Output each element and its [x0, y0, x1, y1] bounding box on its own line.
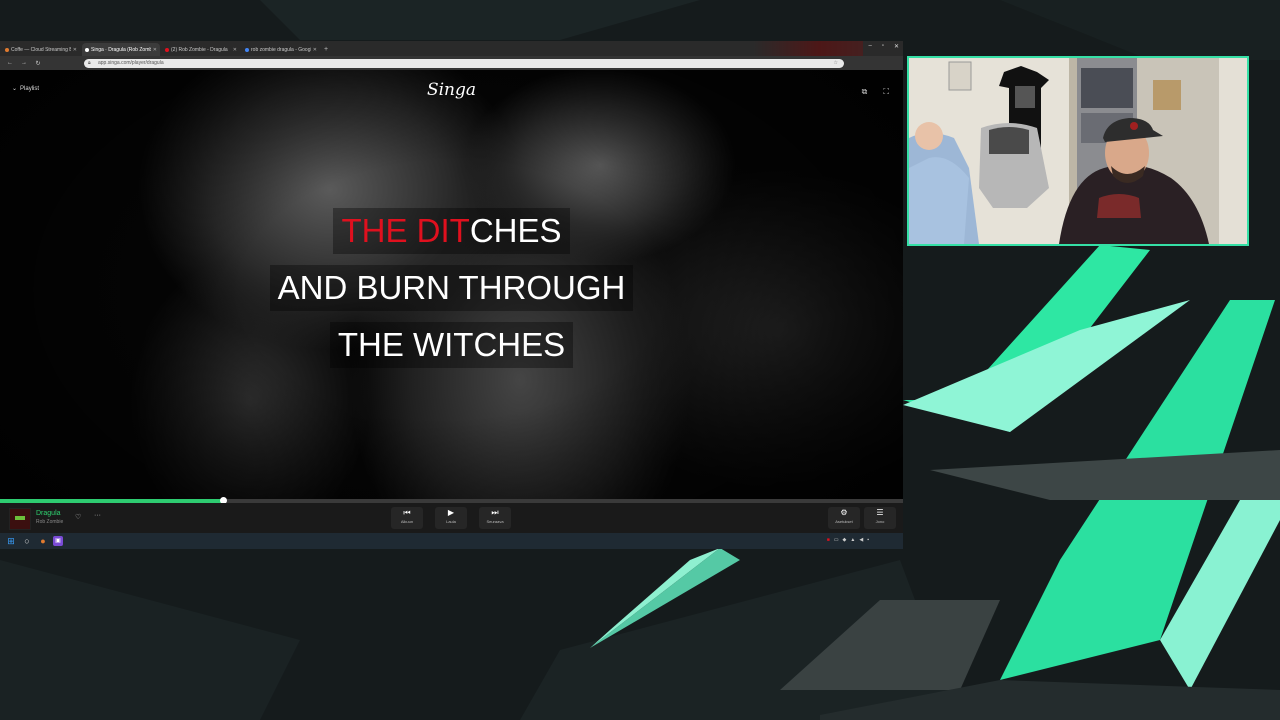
browser-theme-decoration — [753, 41, 863, 56]
tab-label: Coffe — Cloud Streaming Bot — [11, 46, 71, 53]
tray-app-icon[interactable]: ■ — [827, 537, 830, 543]
network-icon[interactable]: ▭ — [834, 537, 839, 543]
queue-label: Jono — [875, 519, 885, 524]
tab-label: rob zombie dragula - Google — [251, 46, 311, 53]
player-top-icons: ⧉ ⛶ — [862, 87, 889, 97]
bookmark-star-icon[interactable]: ☆ — [834, 59, 838, 68]
singa-logo: Singa — [426, 80, 477, 100]
url-field[interactable]: 🔒︎ app.singa.com/player/dragula ☆ — [84, 58, 844, 68]
song-artist[interactable]: Rob Zombie — [36, 519, 63, 525]
maximize-icon[interactable]: ▫ — [882, 43, 884, 50]
back-icon[interactable]: ← — [6, 60, 14, 66]
lyric-line-current: THE DITCHES — [333, 208, 570, 254]
url-text: app.singa.com/player/dragula — [98, 59, 164, 66]
close-tab-icon[interactable]: ✕ — [313, 47, 317, 53]
tab-bar: Coffe — Cloud Streaming Bot ✕ Singa · Dr… — [0, 41, 903, 56]
tab-favicon-icon — [5, 47, 9, 52]
volume-icon[interactable]: ◀ — [859, 537, 863, 543]
play-label: Laula — [446, 519, 456, 524]
windows-taskbar: ⊞ ○ ● ▣ ■ ▭ ◆ ▲ ◀ ▪ — [0, 533, 903, 549]
heart-icon[interactable]: ♡ — [75, 513, 81, 521]
lyric-sung-part: THE DIT — [341, 212, 470, 249]
close-tab-icon[interactable]: ✕ — [73, 47, 77, 53]
start-menu-icon[interactable]: ⊞ — [6, 536, 16, 546]
lyric-line-next: AND BURN THROUGH — [269, 265, 634, 311]
tray-app-icon[interactable]: ◆ — [843, 537, 847, 543]
tab-label: Singa · Dragula (Rob Zombie) — [91, 46, 151, 53]
new-tab-button[interactable]: + — [324, 43, 328, 56]
tab-favicon-icon — [245, 47, 249, 52]
popout-icon[interactable]: ⧉ — [862, 87, 868, 97]
tab-favicon-icon — [165, 47, 169, 52]
lock-icon: 🔒︎ — [88, 59, 91, 66]
song-title[interactable]: Dragula — [36, 510, 61, 517]
tab-singa[interactable]: Singa · Dragula (Rob Zombie) ✕ — [82, 43, 160, 56]
forward-icon[interactable]: → — [20, 60, 28, 66]
tab-favicon-icon — [85, 47, 89, 52]
album-cover — [9, 508, 31, 530]
close-window-icon[interactable]: ✕ — [894, 43, 899, 50]
lyric-unsung-part: CHES — [469, 212, 562, 249]
skip-forward-icon: ⏭ — [491, 508, 499, 517]
system-tray: ■ ▭ ◆ ▲ ◀ ▪ — [827, 537, 869, 543]
webcam-feed — [907, 56, 1249, 246]
firefox-icon[interactable]: ● — [38, 536, 48, 546]
address-bar-row: ← → ↻ 🔒︎ app.singa.com/player/dragula ☆ — [0, 56, 903, 70]
close-tab-icon[interactable]: ✕ — [153, 47, 157, 53]
tray-app-icon[interactable]: ▲ — [850, 537, 855, 543]
list-icon: ☰ — [876, 508, 884, 517]
window-controls: – ▫ ✕ — [868, 43, 899, 50]
more-options-icon[interactable]: ··· — [94, 512, 101, 519]
play-icon: ▶ — [447, 508, 455, 517]
lyrics-display: THE DITCHES AND BURN THROUGH THE WITCHES — [0, 208, 903, 379]
reload-icon[interactable]: ↻ — [34, 60, 42, 67]
close-tab-icon[interactable]: ✕ — [233, 47, 237, 53]
lyric-line-after: THE WITCHES — [329, 322, 574, 368]
player-control-bar: Dragula Rob Zombie ♡ ··· ⏮ Alkuun ▶ Laul… — [0, 503, 903, 533]
skip-back-icon: ⏮ — [403, 508, 411, 517]
fullscreen-icon[interactable]: ⛶ — [883, 87, 889, 97]
settings-label: Asetukset — [835, 519, 853, 524]
tab-coffe[interactable]: Coffe — Cloud Streaming Bot ✕ — [2, 43, 80, 56]
singa-player: ⌄ Playlist Singa ⧉ ⛶ THE DITCHES AND BUR… — [0, 70, 903, 499]
browser-window: Coffe — Cloud Streaming Bot ✕ Singa · Dr… — [0, 41, 903, 549]
twitch-app-icon[interactable]: ▣ — [53, 536, 63, 546]
next-label: Seuraava — [486, 519, 504, 524]
tab-google[interactable]: rob zombie dragula - Google ✕ — [242, 43, 320, 56]
tab-label: (2) Rob Zombie - Dragula — [171, 46, 228, 53]
previous-label: Alkuun — [400, 519, 414, 524]
minimize-icon[interactable]: – — [868, 43, 871, 50]
gear-icon: ⚙ — [840, 508, 848, 517]
next-button[interactable]: ⏭ Seuraava — [479, 507, 511, 529]
settings-button[interactable]: ⚙ Asetukset — [828, 507, 860, 529]
notification-icon[interactable]: ▪ — [867, 537, 869, 543]
tab-youtube[interactable]: (2) Rob Zombie - Dragula ✕ — [162, 43, 240, 56]
search-icon[interactable]: ○ — [22, 536, 32, 546]
webcam-image — [909, 58, 1247, 244]
previous-button[interactable]: ⏮ Alkuun — [391, 507, 423, 529]
queue-button[interactable]: ☰ Jono — [864, 507, 896, 529]
play-button[interactable]: ▶ Laula — [435, 507, 467, 529]
